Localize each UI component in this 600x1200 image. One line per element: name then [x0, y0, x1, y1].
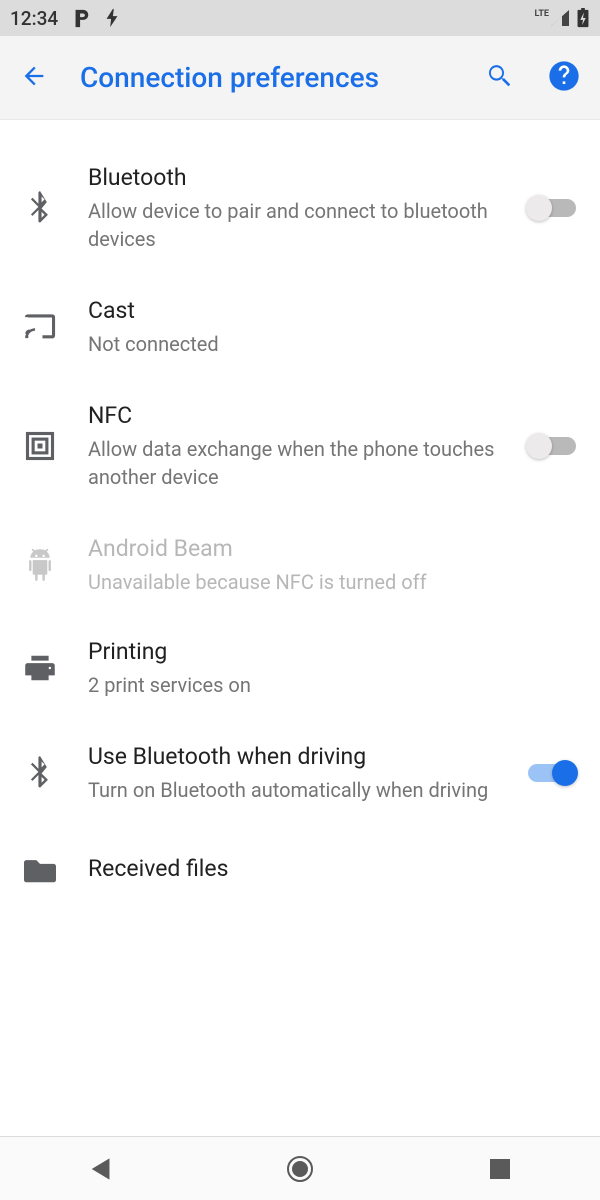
nfc-toggle[interactable] [528, 437, 576, 455]
cast-icon [20, 313, 60, 341]
setting-subtitle: Unavailable because NFC is turned off [88, 568, 576, 596]
setting-subtitle: Allow device to pair and connect to blue… [88, 197, 512, 253]
app-bar: Connection preferences [0, 36, 600, 120]
nav-back-button[interactable] [60, 1156, 140, 1182]
nfc-icon [20, 431, 60, 461]
bluetooth-driving-toggle[interactable] [528, 764, 576, 782]
setting-subtitle: Allow data exchange when the phone touch… [88, 435, 512, 491]
p-icon [72, 8, 90, 28]
search-button[interactable] [484, 61, 514, 95]
android-icon [20, 548, 60, 582]
battery-charging-icon [576, 8, 590, 28]
setting-bluetooth[interactable]: Bluetooth Allow device to pair and conne… [0, 140, 600, 275]
settings-list: Bluetooth Allow device to pair and conne… [0, 120, 600, 914]
lightning-icon [104, 8, 120, 28]
nav-home-button[interactable] [260, 1154, 340, 1184]
setting-subtitle: Not connected [88, 330, 576, 358]
status-time: 12:34 [10, 7, 58, 30]
setting-bluetooth-driving[interactable]: Use Bluetooth when driving Turn on Bluet… [0, 719, 600, 826]
setting-printing[interactable]: Printing 2 print services on [0, 616, 600, 719]
navigation-bar [0, 1136, 600, 1200]
status-bar: 12:34 LTE [0, 0, 600, 36]
help-button[interactable] [548, 60, 580, 96]
setting-android-beam: Android Beam Unavailable because NFC is … [0, 513, 600, 616]
setting-nfc[interactable]: NFC Allow data exchange when the phone t… [0, 378, 600, 513]
setting-title: Received files [88, 853, 576, 884]
setting-title: Bluetooth [88, 162, 512, 193]
bluetooth-icon [20, 756, 60, 790]
bluetooth-toggle[interactable] [528, 199, 576, 217]
setting-title: Printing [88, 636, 576, 667]
setting-subtitle: 2 print services on [88, 671, 576, 699]
setting-title: NFC [88, 400, 512, 431]
back-button[interactable] [20, 62, 48, 94]
setting-title: Use Bluetooth when driving [88, 741, 512, 772]
page-title: Connection preferences [80, 61, 484, 94]
setting-received-files[interactable]: Received files [0, 826, 600, 914]
setting-cast[interactable]: Cast Not connected [0, 275, 600, 378]
folder-icon [20, 857, 60, 883]
print-icon [20, 653, 60, 683]
lte-signal-icon: LTE [534, 9, 570, 27]
setting-subtitle: Turn on Bluetooth automatically when dri… [88, 776, 512, 804]
setting-title: Cast [88, 295, 576, 326]
setting-title: Android Beam [88, 533, 576, 564]
bluetooth-icon [20, 191, 60, 225]
nav-recents-button[interactable] [460, 1158, 540, 1180]
